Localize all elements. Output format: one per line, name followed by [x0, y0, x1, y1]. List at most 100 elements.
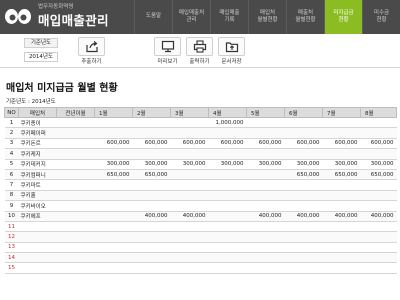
month-amount-cell	[284, 231, 323, 243]
month-amount-cell: 400,000	[360, 211, 397, 222]
month-amount-cell	[246, 169, 285, 181]
tab-transaction-records[interactable]: 매입매출 기록	[210, 0, 248, 34]
month-amount-cell: 600,000	[360, 138, 397, 150]
table-row[interactable]: 14	[4, 252, 397, 264]
vendor-name-cell: 쿠키에프	[18, 211, 57, 222]
month-amount-cell	[322, 117, 361, 129]
month-amount-cell	[94, 242, 133, 254]
column-header: 4월	[208, 107, 247, 118]
table-row[interactable]: 4 쿠키케지	[4, 148, 397, 160]
row-number: 15	[4, 262, 19, 274]
table-row[interactable]: 11	[4, 221, 397, 233]
column-header: 8월	[360, 107, 397, 118]
row-number: 1	[4, 117, 19, 129]
preview-button[interactable]: 미리보기	[154, 37, 181, 65]
carryover-cell	[56, 262, 95, 274]
table-row[interactable]: 1 쿠키종이 1,000,000	[4, 117, 397, 129]
month-amount-cell	[94, 179, 133, 191]
month-amount-cell	[132, 231, 171, 243]
month-amount-cell	[360, 200, 397, 212]
row-number: 3	[4, 138, 19, 150]
table-row[interactable]: 12	[4, 231, 397, 243]
month-amount-cell	[208, 179, 247, 191]
column-header: 전년이월	[56, 107, 95, 118]
print-button[interactable]: 출력하기	[186, 37, 213, 65]
month-amount-cell: 600,000	[132, 138, 171, 150]
tab-help[interactable]: 도움말	[134, 0, 172, 34]
month-amount-cell	[94, 148, 133, 160]
table-row[interactable]: 13	[4, 242, 397, 254]
vendor-name-cell	[18, 221, 57, 233]
table-row[interactable]: 2 쿠키페이퍼	[4, 127, 397, 139]
table-row[interactable]: 10 쿠키에프 400,000 400,000 400,000 400,000 400,00…	[4, 211, 397, 222]
month-amount-cell	[170, 221, 209, 233]
month-amount-cell	[170, 127, 209, 139]
share-export-icon	[85, 41, 98, 53]
month-amount-cell: 400,000	[246, 211, 285, 222]
tab-payables-status[interactable]: 미지급금 현황	[324, 0, 362, 34]
row-number: 2	[4, 127, 19, 139]
month-amount-cell: 650,000	[360, 169, 397, 181]
save-button-label: 문서저장	[221, 59, 242, 65]
carryover-cell	[56, 211, 95, 222]
month-amount-cell	[132, 221, 171, 233]
table-row[interactable]: 3 쿠키돈르 600,000 600,000 600,000 600,000 600,000…	[4, 138, 397, 150]
month-amount-cell	[246, 242, 285, 254]
month-amount-cell: 400,000	[284, 211, 323, 222]
column-header: 매입처	[18, 107, 57, 118]
month-amount-cell	[208, 231, 247, 243]
table-row[interactable]: 7 쿠키마트	[4, 179, 397, 191]
month-amount-cell	[132, 262, 171, 274]
vendor-name-cell: 쿠키페이퍼	[18, 127, 57, 139]
payables-table: NO 매입처 전년이월 1월 2월 3월 4월 5월 6월 7월 8월 1 쿠키종…	[4, 107, 397, 274]
tab-purchase-monthly[interactable]: 매입처 월별현황	[248, 0, 286, 34]
table-row[interactable]: 6 쿠키컴퍼니 650,000 650,000 650,000 650,000 650,00…	[4, 169, 397, 181]
base-year-field[interactable]: 2014년도	[24, 52, 58, 62]
tab-receivables-status[interactable]: 미수금 현황	[362, 0, 400, 34]
tab-vendor-management[interactable]: 매입매출처 관리	[172, 0, 210, 34]
month-amount-cell	[94, 200, 133, 212]
month-amount-cell	[284, 252, 323, 264]
month-amount-cell	[360, 117, 397, 129]
app-title: 매입매출관리	[38, 13, 109, 28]
vendor-name-cell: 쿠키케지	[18, 148, 57, 160]
table-row[interactable]: 9 쿠키바이오	[4, 200, 397, 212]
month-amount-cell: 400,000	[322, 211, 361, 222]
month-amount-cell	[284, 127, 323, 139]
page-title: 매입처 미지급금 월별 현황	[6, 83, 118, 94]
extract-button[interactable]: 추출하기	[78, 37, 105, 65]
month-amount-cell: 300,000	[360, 159, 397, 170]
base-year-caption: 기준년도 : 2014년도	[6, 99, 56, 105]
carryover-cell	[56, 148, 95, 160]
month-amount-cell	[208, 262, 247, 274]
month-amount-cell	[284, 179, 323, 191]
table-row[interactable]: 5 쿠키데커지 300,000 300,000 300,000 300,000 300,00…	[4, 159, 397, 170]
month-amount-cell	[132, 190, 171, 202]
month-amount-cell	[170, 231, 209, 243]
month-amount-cell	[284, 200, 323, 212]
month-amount-cell: 1,000,000	[208, 117, 247, 129]
month-amount-cell	[170, 148, 209, 160]
column-header: NO	[4, 107, 19, 118]
month-amount-cell: 400,000	[132, 211, 171, 222]
month-amount-cell	[246, 252, 285, 264]
table-header-row: NO 매입처 전년이월 1월 2월 3월 4월 5월 6월 7월 8월	[4, 107, 397, 118]
vendor-name-cell: 쿠키바이오	[18, 200, 57, 212]
month-amount-cell	[170, 262, 209, 274]
month-amount-cell	[246, 127, 285, 139]
row-number: 4	[4, 148, 19, 160]
table-body: 1 쿠키종이 1,000,000 2 쿠키페이퍼 3 쿠키돈르 600,000 600,000 6…	[4, 117, 397, 274]
month-amount-cell	[246, 231, 285, 243]
month-amount-cell	[246, 179, 285, 191]
table-row[interactable]: 8 쿠키홀	[4, 190, 397, 202]
month-amount-cell: 300,000	[208, 159, 247, 170]
month-amount-cell: 300,000	[94, 159, 133, 170]
table-row[interactable]: 15	[4, 262, 397, 274]
folder-save-icon	[225, 42, 238, 53]
month-amount-cell	[94, 262, 133, 274]
save-document-button[interactable]: 문서저장	[218, 37, 245, 65]
brand-subtitle: 법무자동화역명	[38, 4, 74, 10]
tab-sales-monthly[interactable]: 매출처 월별현황	[286, 0, 324, 34]
month-amount-cell: 650,000	[284, 169, 323, 181]
row-number: 5	[4, 159, 19, 170]
